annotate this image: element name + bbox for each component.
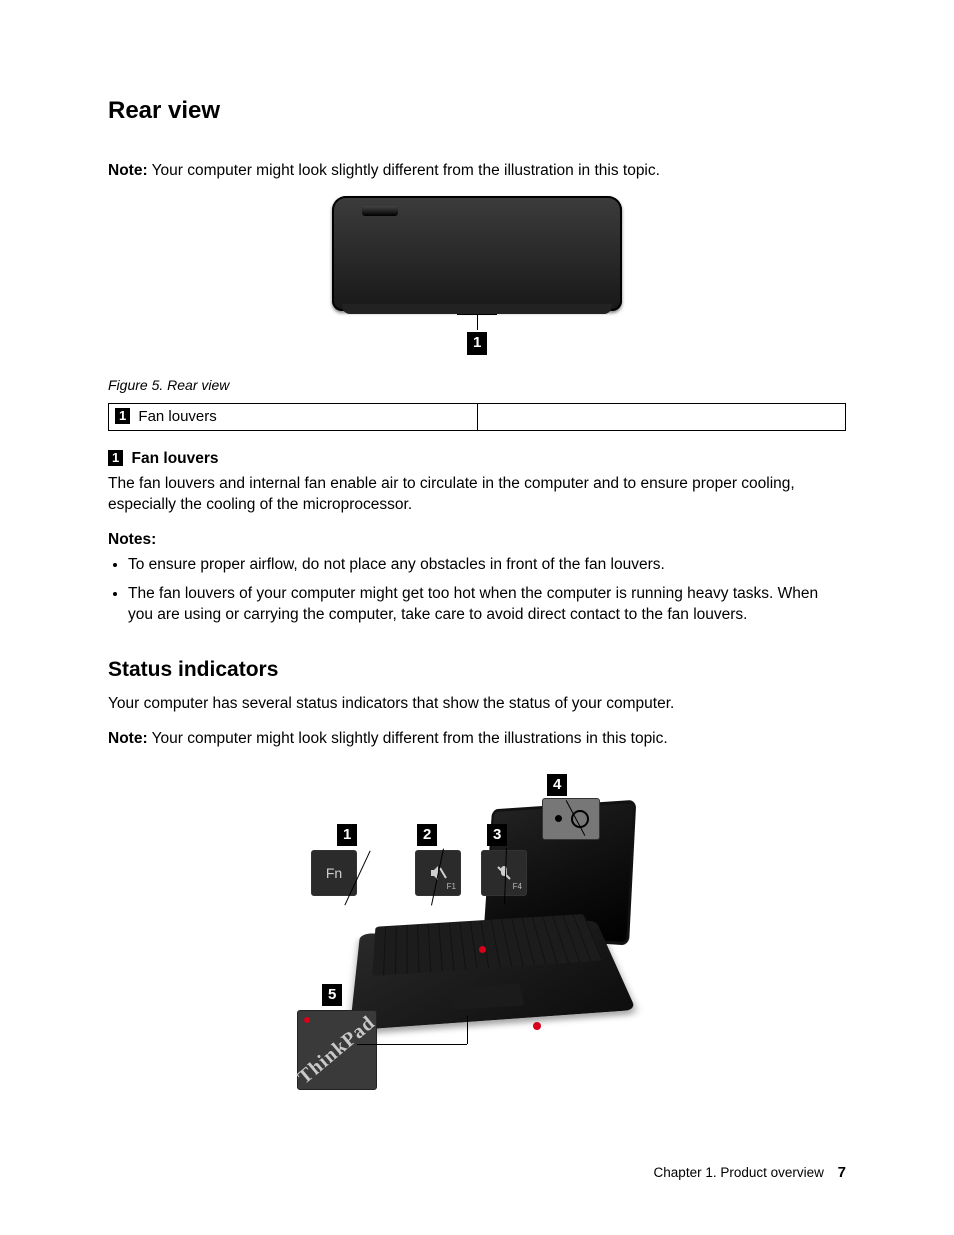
leader-line-icon bbox=[467, 1016, 468, 1044]
notes-list: To ensure proper airflow, do not place a… bbox=[128, 555, 846, 626]
status-note: Note: Your computer might look slightly … bbox=[108, 729, 846, 750]
legend-cell-2 bbox=[477, 404, 846, 431]
laptop-edge-icon bbox=[342, 304, 612, 314]
heading-rear-view: Rear view bbox=[108, 95, 846, 127]
key-sublabel: F4 bbox=[513, 882, 522, 893]
thinkpad-led-icon bbox=[533, 1022, 541, 1030]
key-sublabel: F1 bbox=[447, 882, 456, 893]
footer-chapter: Chapter 1. Product overview bbox=[654, 1165, 824, 1180]
laptop-lid-icon bbox=[332, 196, 622, 311]
callout-badge-1: 1 bbox=[115, 408, 130, 424]
fan-louvers-description: The fan louvers and internal fan enable … bbox=[108, 474, 846, 516]
notes-heading: Notes: bbox=[108, 530, 846, 551]
rear-view-illustration: 1 bbox=[332, 196, 622, 366]
callout-4: 4 bbox=[547, 774, 567, 796]
status-intro: Your computer has several status indicat… bbox=[108, 694, 846, 715]
thinkpad-logo-detail: ThinkPad bbox=[297, 1010, 377, 1090]
figure-caption-rear: Figure 5. Rear view bbox=[108, 376, 846, 395]
callout-2: 2 bbox=[417, 824, 437, 846]
list-item: To ensure proper airflow, do not place a… bbox=[128, 555, 846, 576]
legend-cell-1-text: Fan louvers bbox=[134, 408, 217, 425]
status-indicators-illustration: 4 1 2 3 Fn F1 F4 5 ThinkPad bbox=[297, 764, 657, 1104]
callout-5: 5 bbox=[322, 984, 342, 1006]
callout-3: 3 bbox=[487, 824, 507, 846]
callout-1: 1 bbox=[337, 824, 357, 846]
rear-view-legend-table: 1 Fan louvers bbox=[108, 403, 846, 431]
note-text: Your computer might look slightly differ… bbox=[148, 162, 660, 179]
note-label: Note: bbox=[108, 162, 148, 179]
note-label: Note: bbox=[108, 730, 148, 747]
legend-cell-1: 1 Fan louvers bbox=[109, 404, 478, 431]
camera-detail-icon bbox=[542, 798, 600, 840]
note-text: Your computer might look slightly differ… bbox=[148, 730, 668, 747]
fan-louvers-title: Fan louvers bbox=[127, 450, 218, 467]
manual-page: Rear view Note: Your computer might look… bbox=[0, 0, 954, 1235]
callout-badge-1-heading: 1 bbox=[108, 450, 123, 466]
thinkpad-logo-text: ThinkPad bbox=[292, 1010, 381, 1091]
leader-line-icon bbox=[357, 1044, 467, 1045]
heading-status-indicators: Status indicators bbox=[108, 656, 846, 684]
fn-key-label: Fn bbox=[326, 864, 342, 883]
figure-status-indicators: 4 1 2 3 Fn F1 F4 5 ThinkPad bbox=[108, 764, 846, 1104]
page-footer: Chapter 1. Product overview 7 bbox=[654, 1163, 846, 1183]
fan-louvers-heading: 1 Fan louvers bbox=[108, 449, 846, 470]
list-item: The fan louvers of your computer might g… bbox=[128, 584, 846, 626]
figure-rear-view: 1 bbox=[108, 196, 846, 366]
footer-page-number: 7 bbox=[838, 1164, 846, 1181]
fn-key-detail: Fn bbox=[311, 850, 357, 896]
leader-line-icon bbox=[477, 314, 478, 330]
callout-1: 1 bbox=[467, 332, 487, 354]
rear-view-note: Note: Your computer might look slightly … bbox=[108, 161, 846, 182]
table-row: 1 Fan louvers bbox=[109, 404, 846, 431]
